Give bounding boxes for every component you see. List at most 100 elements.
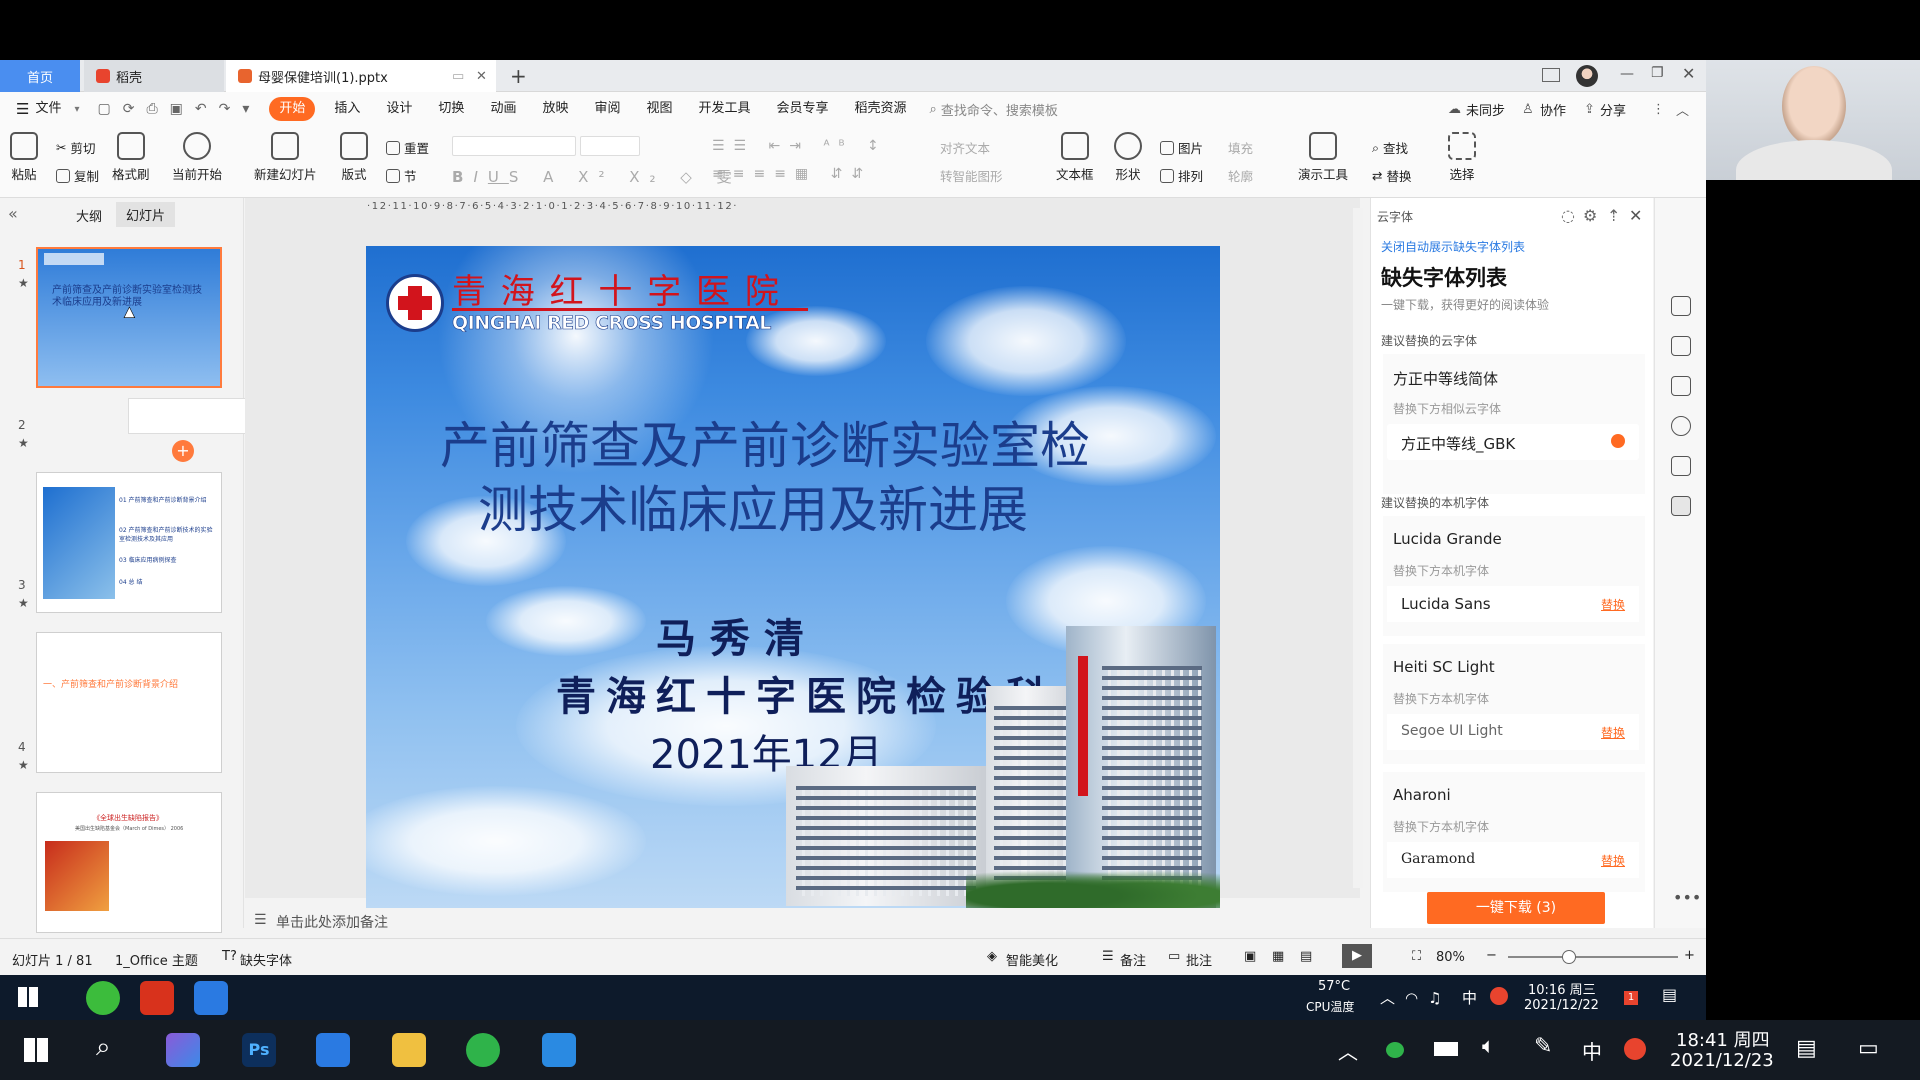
layout-button[interactable]: 版式 [340, 132, 368, 183]
tab-slides[interactable]: 幻灯片 [116, 202, 176, 227]
close-auto-show-link[interactable]: 关闭自动展示缺失字体列表 [1381, 238, 1525, 255]
menu-insert[interactable]: 插入 [321, 97, 373, 121]
section-button[interactable]: 节 [386, 166, 417, 185]
tray-icons[interactable]: ︿◠♫ [1380, 987, 1452, 1008]
missing-font-status[interactable]: 缺失字体 [240, 950, 292, 969]
maximize-icon[interactable]: ❐ [1651, 65, 1664, 81]
app-icon-wechat[interactable] [466, 1033, 500, 1067]
tray-chevron-icon[interactable]: ︿ [1338, 1036, 1358, 1065]
action-center-icon[interactable]: ▭ [1858, 1036, 1879, 1061]
normal-view-icon[interactable]: ▣ [1244, 949, 1256, 964]
tab-outline[interactable]: 大纲 [76, 206, 102, 225]
search-icon[interactable]: ⌕ [96, 1032, 111, 1063]
thumbnail-slide-2[interactable]: 01 产前筛查和产前诊断背景介绍 02 产前筛查和产前诊断技术的实验室检测技术及… [36, 472, 222, 613]
properties-icon[interactable] [1671, 296, 1691, 316]
close-window-icon[interactable]: ✕ [1682, 64, 1695, 83]
tray-s-icon[interactable] [1490, 987, 1508, 1005]
replacement-font-option[interactable]: Segoe UI Light 替换 [1387, 714, 1639, 750]
remote-clock-time[interactable]: 10:16 周三 [1528, 979, 1596, 998]
tab-home[interactable]: 首页 [0, 60, 80, 92]
outline-button[interactable]: 轮廓 [1228, 166, 1253, 185]
collab-button[interactable]: 协作 [1540, 100, 1566, 119]
sync-status[interactable]: 未同步 [1466, 100, 1505, 119]
app-icon-player[interactable] [542, 1033, 576, 1067]
app-icon-photoshop[interactable]: Ps [242, 1033, 276, 1067]
app-icon-browser[interactable] [86, 981, 120, 1015]
more-icon[interactable]: ••• [1673, 888, 1701, 907]
tray-wechat-icon[interactable] [1386, 1042, 1404, 1058]
select-button[interactable]: 选择 [1448, 132, 1476, 183]
play-from-current-button[interactable]: 当前开始 [172, 132, 222, 183]
menu-animation[interactable]: 动画 [477, 97, 529, 121]
action-center-icon[interactable]: ▤ [1662, 985, 1677, 1004]
menu-design[interactable]: 设计 [373, 97, 425, 121]
slide-current[interactable]: 青 海 红 十 字 医 院 QINGHAI RED CROSS HOSPITAL… [366, 246, 1220, 908]
notes-placeholder[interactable]: 单击此处添加备注 [276, 912, 388, 932]
menu-docer-resources[interactable]: 稻壳资源 [842, 97, 920, 121]
app-icon-wps[interactable] [140, 981, 174, 1015]
menu-home[interactable]: 开始 [269, 97, 316, 121]
collapse-ribbon-icon[interactable]: ︿ [1676, 100, 1689, 119]
fill-button[interactable]: 填充 [1228, 138, 1253, 157]
copy-button[interactable]: 复制 [56, 166, 99, 185]
menu-slideshow[interactable]: 放映 [529, 97, 581, 121]
align-text-button[interactable]: 对齐文本 [940, 138, 990, 157]
ime-indicator[interactable]: 中 [1462, 987, 1477, 1008]
replace-link[interactable]: 替换 [1601, 724, 1625, 741]
replace-link[interactable]: 替换 [1601, 852, 1625, 869]
fit-window-icon[interactable]: ⛶ [1412, 949, 1421, 964]
menu-member[interactable]: 会员专享 [764, 97, 842, 121]
replacement-font-option[interactable]: 方正中等线_GBK [1387, 424, 1639, 460]
shape-button[interactable]: 形状 [1114, 132, 1142, 183]
new-slide-button[interactable]: 新建幻灯片 [254, 132, 317, 183]
help-icon[interactable] [1671, 416, 1691, 436]
replace-button[interactable]: ⇄ 替换 [1372, 166, 1412, 185]
format-painter-button[interactable]: 格式刷 [112, 132, 150, 183]
vertical-scrollbar[interactable] [1353, 208, 1363, 888]
minimize-icon[interactable]: — [1620, 66, 1634, 82]
tray-s-icon[interactable] [1624, 1038, 1646, 1060]
smartart-button[interactable]: 转智能图形 [940, 166, 1003, 185]
notes-app-icon[interactable]: ▤ [1796, 1036, 1817, 1061]
add-slide-plus-icon[interactable]: + [172, 440, 194, 462]
backup-icon[interactable] [1671, 456, 1691, 476]
share-button[interactable]: 分享 [1600, 100, 1626, 119]
clock-time[interactable]: 18:41 周四 [1676, 1026, 1770, 1052]
font-size-select[interactable] [580, 136, 640, 156]
app-icon-meeting[interactable] [194, 981, 228, 1015]
volume-icon[interactable]: 🔈︎ [1482, 1034, 1495, 1059]
textbox-button[interactable]: 文本框 [1056, 132, 1094, 183]
thumbnail-slide-4[interactable]: 《全球出生缺陷报告》 美国出生缺陷基金会（March of Dimes） 200… [36, 792, 222, 933]
menu-view[interactable]: 视图 [633, 97, 685, 121]
pen-icon[interactable]: ✎ [1534, 1034, 1552, 1059]
picture-button[interactable]: 图片 [1160, 138, 1203, 157]
ime-indicator[interactable]: 中 [1582, 1036, 1602, 1065]
align-icons[interactable]: ≡≡≡≡▦ ⇵⇵ [712, 166, 872, 182]
windows-start-icon[interactable] [18, 987, 38, 1007]
sidebar-toggle-icon[interactable] [1542, 68, 1560, 82]
download-all-button[interactable]: 一键下载 (3) [1427, 892, 1605, 924]
quick-access-icons[interactable]: ▢⟳⎙▣↶↷▾ [98, 101, 262, 117]
notes-toggle[interactable]: 备注 [1120, 950, 1146, 969]
text-font-icon[interactable] [1671, 496, 1691, 516]
zoom-in-icon[interactable]: + [1684, 948, 1695, 963]
remote-clock-date[interactable]: 2021/12/22 [1524, 998, 1599, 1013]
presentation-tools-button[interactable]: 演示工具 [1298, 132, 1348, 183]
beautify-button[interactable]: 智能美化 [1006, 950, 1058, 969]
zoom-slider[interactable] [1508, 956, 1678, 958]
arrange-button[interactable]: 排列 [1160, 166, 1203, 185]
find-button[interactable]: ⌕ 查找 [1372, 138, 1408, 157]
replacement-font-option[interactable]: Lucida Sans 替换 [1387, 586, 1639, 622]
reading-view-icon[interactable]: ▤ [1300, 949, 1312, 964]
tab-docer[interactable]: 稻壳 [84, 60, 224, 92]
thumbnail-slide-3[interactable]: 一、产前筛查和产前诊断背景介绍 [36, 632, 222, 773]
tab-document[interactable]: 母婴保健培训(1).pptx ▭ ✕ [226, 60, 496, 92]
star-icon[interactable] [1671, 336, 1691, 356]
cut-button[interactable]: ✂ 剪切 [56, 138, 96, 157]
menu-developer[interactable]: 开发工具 [686, 97, 764, 121]
menu-file[interactable]: 文件 [29, 97, 74, 121]
new-tab-button[interactable]: + [510, 60, 530, 92]
reset-button[interactable]: 重置 [386, 138, 429, 157]
collapse-pane-icon[interactable]: « [8, 204, 18, 223]
replace-link[interactable]: 替换 [1601, 596, 1625, 613]
